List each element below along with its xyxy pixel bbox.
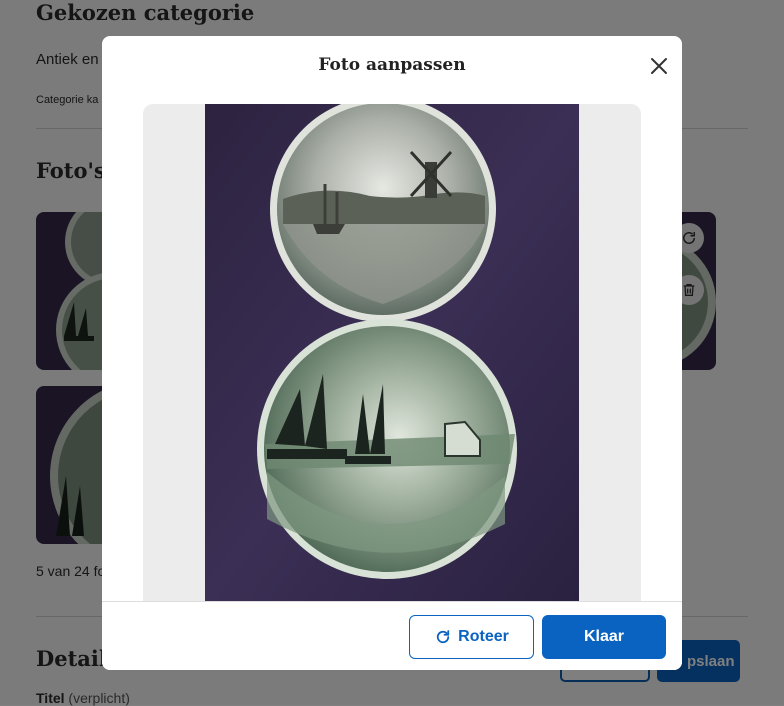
edit-photo-modal: Foto aanpassen Roteer Klaar: [102, 36, 682, 670]
modal-footer: Roteer Klaar: [102, 601, 682, 670]
rotate-button[interactable]: Roteer: [409, 615, 534, 659]
photo-preview: [205, 104, 579, 601]
rotate-button-label: Roteer: [458, 628, 509, 645]
done-button-label: Klaar: [583, 628, 625, 645]
modal-title: Foto aanpassen: [318, 55, 466, 75]
rotate-icon: [437, 630, 450, 644]
done-button[interactable]: Klaar: [542, 615, 666, 659]
image-preview-area: [143, 104, 641, 601]
close-icon: [651, 58, 667, 74]
close-button[interactable]: [647, 54, 671, 78]
